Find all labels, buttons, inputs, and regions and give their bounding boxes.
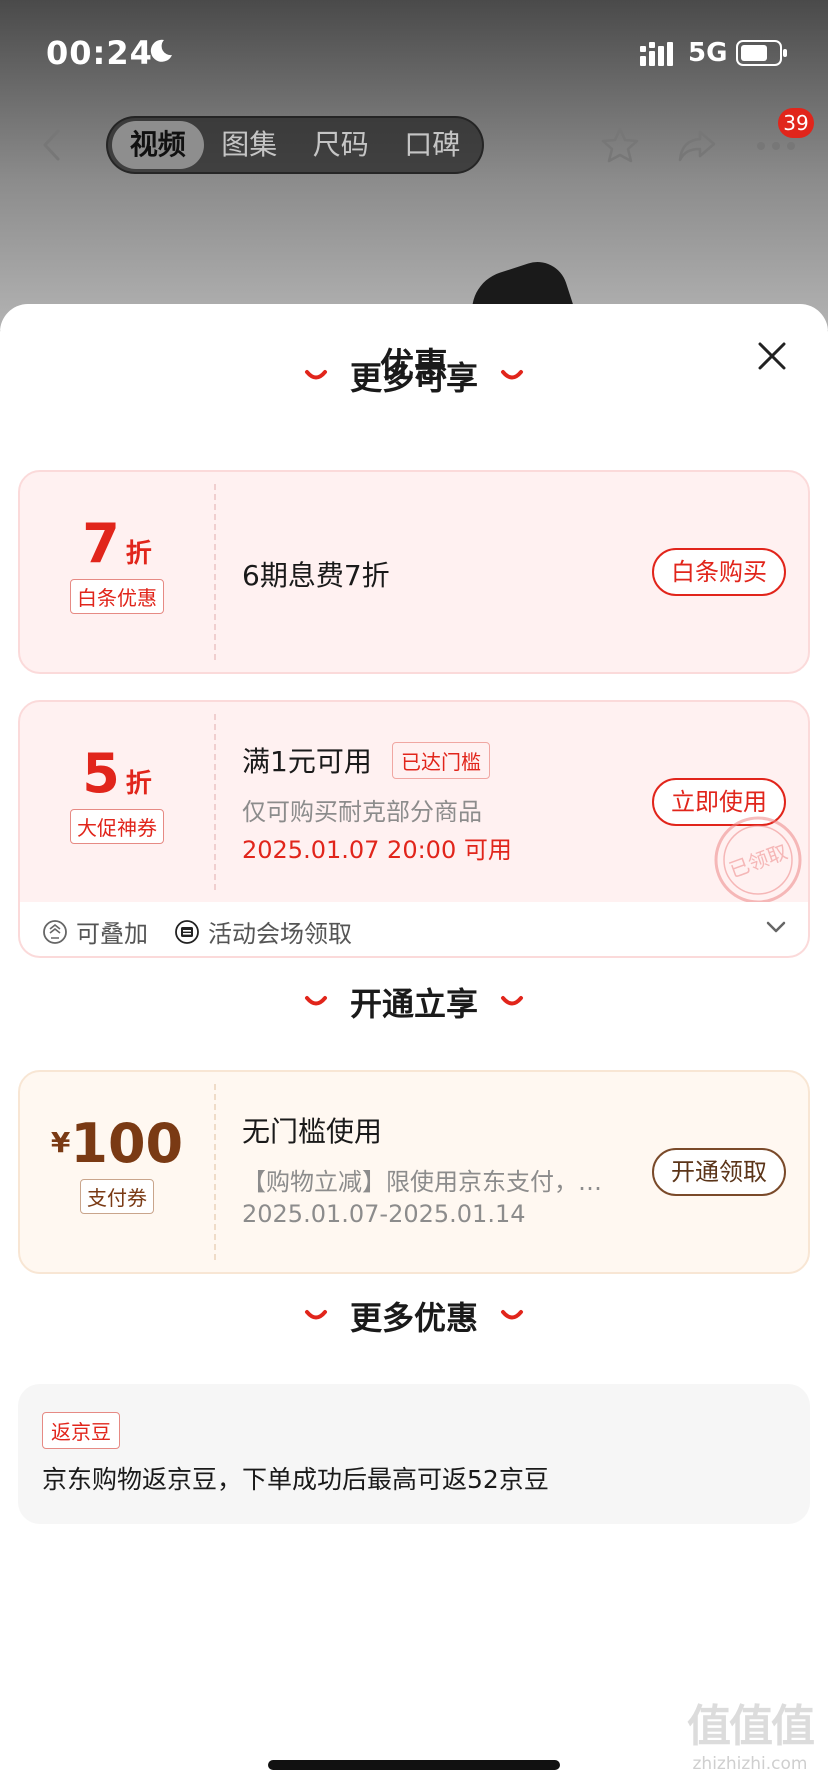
coupon-type-tag: 白条优惠 [70, 579, 164, 614]
battery-icon [736, 40, 787, 66]
smile-decor-icon [304, 1310, 327, 1320]
discount-unit: 折 [125, 769, 152, 799]
activate-claim-button[interactable]: 开通领取 [652, 1148, 786, 1196]
source-label: 活动会场领取 [208, 920, 352, 948]
smile-decor-icon [304, 370, 327, 380]
section-header-more-offers: 更多优惠 [0, 1294, 828, 1338]
smile-decor-icon [501, 370, 523, 380]
moon-icon [150, 39, 172, 62]
coupon-value-block: ¥100 支付券 [20, 1072, 214, 1272]
chevron-down-icon[interactable] [766, 920, 786, 934]
card-divider [214, 1084, 216, 1260]
claimed-stamp: 已领取 [714, 816, 802, 902]
section-title: 更多可享 [349, 359, 478, 397]
section-header-activate-enjoy: 开通立享 [0, 980, 828, 1024]
coupon-footer: 可叠加 活动会场领取 [18, 902, 810, 958]
stackable-info: 可叠加 [42, 914, 148, 949]
offer-valid-period: 2025.01.07-2025.01.14 [242, 1200, 526, 1228]
source-info: 活动会场领取 [174, 914, 352, 949]
status-time: 00:24 [46, 34, 153, 72]
smile-decor-icon [501, 996, 523, 1006]
watermark-site: zhizhizhi.com [692, 1754, 808, 1774]
watermark-logo: 值值值 [687, 1701, 815, 1752]
offer-scope: 仅可购买耐克部分商品 [242, 798, 482, 826]
rebate-tag: 返京豆 [42, 1412, 120, 1449]
baitiao-discount-card: 7折 白条优惠 6期息费7折 白条购买 [18, 470, 810, 674]
back-arrow-icon[interactable] [36, 128, 70, 162]
discount-value-block: 5折 大促神券 [20, 702, 214, 902]
promo-coupon-card: 5折 大促神券 满1元可用 已达门槛 仅可购买耐克部分商品 2025.01.07… [18, 700, 810, 904]
discount-sheet: 优惠 更多可享 7折 白条优惠 6期息费7折 白条购买 5折 大促神券 满1元可… [0, 304, 828, 1792]
claimed-stamp-text: 已领取 [726, 839, 791, 882]
offer-description: 【购物立减】限使用京东支付，… [242, 1168, 602, 1196]
smile-decor-icon [304, 996, 327, 1006]
stack-icon [43, 919, 67, 944]
status-bar: 00:24 5G [0, 0, 828, 100]
tab-gallery[interactable]: 图集 [204, 121, 296, 169]
offer-title: 6期息费7折 [242, 559, 390, 592]
message-count-badge: 39 [778, 108, 814, 138]
currency-symbol: ¥ [50, 1126, 71, 1159]
share-icon[interactable] [676, 126, 718, 166]
section-title: 开通立享 [349, 985, 478, 1023]
discount-value: 7 [82, 512, 120, 575]
section-header-more-enjoy: 更多可享 [0, 354, 828, 398]
favorite-star-icon[interactable] [600, 126, 640, 166]
media-tab-switcher: 视频 图集 尺码 口碑 [106, 116, 484, 174]
stackable-label: 可叠加 [76, 920, 148, 948]
section-title: 更多优惠 [349, 1299, 478, 1337]
tab-reviews[interactable]: 口碑 [387, 121, 479, 169]
card-divider [214, 714, 216, 890]
signal-icon [640, 42, 673, 66]
site-watermark: 值值值 zhizhizhi.com [680, 1690, 820, 1774]
tab-video[interactable]: 视频 [112, 121, 204, 169]
ticket-icon [175, 919, 199, 944]
coupon-type-tag: 支付券 [80, 1179, 154, 1214]
coupon-amount: 100 [70, 1112, 184, 1175]
payment-coupon-card: ¥100 支付券 无门槛使用 【购物立减】限使用京东支付，… 2025.01.0… [18, 1070, 810, 1274]
home-indicator[interactable] [268, 1760, 560, 1770]
jd-bean-rebate-card: 返京豆 京东购物返京豆，下单成功后最高可返52京豆 [18, 1384, 810, 1524]
tab-size[interactable]: 尺码 [295, 121, 387, 169]
smile-decor-icon [501, 1310, 523, 1320]
offer-valid-time: 2025.01.07 20:00 可用 [242, 836, 512, 864]
offer-title: 满1元可用 [242, 745, 372, 778]
network-type: 5G [688, 38, 728, 68]
threshold-reached-tag: 已达门槛 [392, 742, 490, 779]
offer-title: 无门槛使用 [242, 1115, 383, 1148]
discount-value-block: 7折 白条优惠 [20, 472, 214, 672]
baitiao-buy-button[interactable]: 白条购买 [652, 548, 786, 596]
discount-unit: 折 [125, 539, 152, 569]
card-divider [214, 484, 216, 660]
discount-value: 5 [82, 742, 120, 805]
more-icon[interactable] [756, 140, 796, 152]
product-nav-bar: 视频 图集 尺码 口碑 39 [0, 108, 828, 180]
rebate-text: 京东购物返京豆，下单成功后最高可返52京豆 [42, 1465, 549, 1494]
coupon-type-tag: 大促神券 [70, 809, 164, 844]
